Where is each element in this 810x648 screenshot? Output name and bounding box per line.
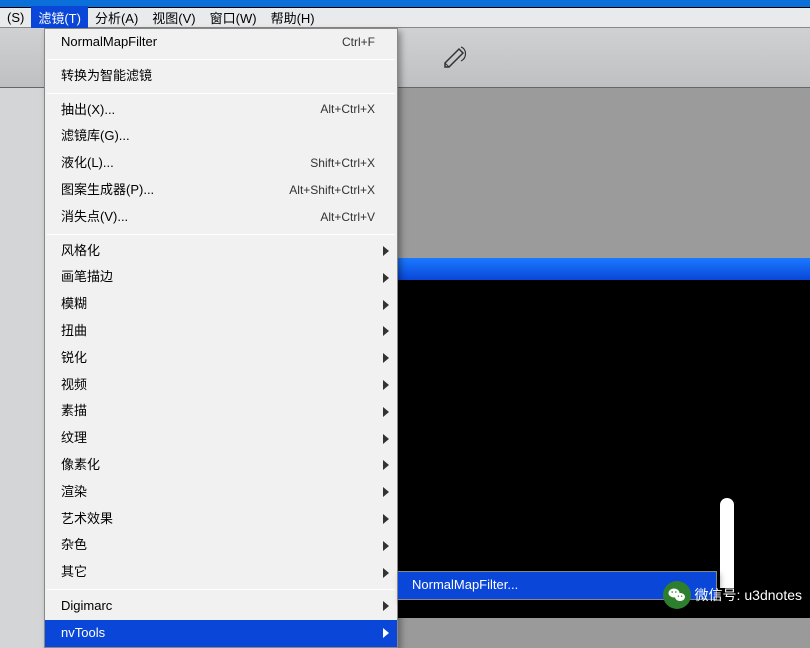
menu-item-stylize[interactable]: 风格化 (45, 238, 397, 265)
menubar: (S) 滤镜(T) 分析(A) 视图(V) 窗口(W) 帮助(H) (0, 8, 810, 28)
menu-separator (47, 93, 395, 94)
menu-item-label: 其它 (61, 562, 87, 583)
menu-window[interactable]: 窗口(W) (203, 6, 264, 29)
menu-item-liquify[interactable]: 液化(L)... Shift+Ctrl+X (45, 150, 397, 177)
menu-item-nvtools[interactable]: nvTools (45, 620, 397, 647)
menu-item-label: 图案生成器(P)... (61, 180, 154, 201)
menu-item-sharpen[interactable]: 锐化 (45, 345, 397, 372)
menu-item-render[interactable]: 渲染 (45, 479, 397, 506)
wechat-prefix: 微信号: (695, 585, 741, 605)
submenu-arrow-icon (383, 353, 389, 363)
menu-item-label: 转换为智能滤镜 (61, 66, 152, 87)
menu-item-artistic[interactable]: 艺术效果 (45, 506, 397, 533)
menu-item-extract[interactable]: 抽出(X)... Alt+Ctrl+X (45, 97, 397, 124)
menu-item-label: 画笔描边 (61, 267, 113, 288)
submenu-arrow-icon (383, 407, 389, 417)
menu-item-pixelate[interactable]: 像素化 (45, 452, 397, 479)
menu-item-label: 滤镜库(G)... (61, 126, 130, 147)
canvas-artifact (720, 498, 734, 588)
menu-item-label: 消失点(V)... (61, 207, 128, 228)
menu-item-sketch[interactable]: 素描 (45, 398, 397, 425)
menu-separator (47, 589, 395, 590)
pen-tool-button[interactable] (442, 46, 470, 71)
menu-item-label: Digimarc (61, 596, 112, 617)
menu-item-digimarc[interactable]: Digimarc (45, 593, 397, 620)
menu-separator (47, 59, 395, 60)
menu-item-shortcut: Alt+Ctrl+X (320, 100, 375, 119)
submenu-arrow-icon (383, 487, 389, 497)
submenu-arrow-icon (383, 514, 389, 524)
menu-item-label: 锐化 (61, 348, 87, 369)
submenu-arrow-icon (383, 460, 389, 470)
menu-filter[interactable]: 滤镜(T) (31, 6, 88, 29)
submenu-item-label: NormalMapFilter... (412, 577, 518, 592)
menu-item-convert-smart-filter[interactable]: 转换为智能滤镜 (45, 63, 397, 90)
menu-item-blur[interactable]: 模糊 (45, 291, 397, 318)
menu-item-label: 素描 (61, 401, 87, 422)
menu-item-shortcut: Shift+Ctrl+X (310, 154, 375, 173)
submenu-arrow-icon (383, 380, 389, 390)
menu-item-shortcut: Alt+Shift+Ctrl+X (289, 181, 375, 200)
menu-item-label: 扭曲 (61, 321, 87, 342)
menu-item-label: 液化(L)... (61, 153, 114, 174)
submenu-arrow-icon (383, 541, 389, 551)
menu-separator (47, 234, 395, 235)
menu-item-last-filter[interactable]: NormalMapFilter Ctrl+F (45, 29, 397, 56)
submenu-arrow-icon (383, 628, 389, 638)
menu-item-filter-gallery[interactable]: 滤镜库(G)... (45, 123, 397, 150)
menu-item-brush-strokes[interactable]: 画笔描边 (45, 264, 397, 291)
menu-item-pattern-maker[interactable]: 图案生成器(P)... Alt+Shift+Ctrl+X (45, 177, 397, 204)
menu-item-texture[interactable]: 纹理 (45, 425, 397, 452)
menu-item-noise[interactable]: 杂色 (45, 532, 397, 559)
menu-item-label: 像素化 (61, 455, 100, 476)
menu-item-label: 纹理 (61, 428, 87, 449)
wechat-icon (663, 581, 691, 609)
wechat-id: u3dnotes (744, 587, 802, 603)
menu-item-label: nvTools (61, 623, 105, 644)
wechat-watermark: 微信号: u3dnotes (663, 581, 803, 609)
menubar-prefix: (S) (0, 8, 31, 27)
submenu-arrow-icon (383, 246, 389, 256)
menu-item-label: 模糊 (61, 294, 87, 315)
menu-help[interactable]: 帮助(H) (264, 6, 322, 29)
menu-view[interactable]: 视图(V) (145, 6, 202, 29)
submenu-arrow-icon (383, 568, 389, 578)
menu-item-other[interactable]: 其它 (45, 559, 397, 586)
menu-item-shortcut: Alt+Ctrl+V (320, 208, 375, 227)
menu-item-label: 杂色 (61, 535, 87, 556)
menu-item-label: 视频 (61, 375, 87, 396)
submenu-arrow-icon (383, 326, 389, 336)
submenu-arrow-icon (383, 601, 389, 611)
pen-icon (442, 46, 470, 68)
submenu-arrow-icon (383, 273, 389, 283)
filter-menu-dropdown: NormalMapFilter Ctrl+F 转换为智能滤镜 抽出(X)... … (44, 28, 398, 648)
menu-item-distort[interactable]: 扭曲 (45, 318, 397, 345)
menu-item-label: 渲染 (61, 482, 87, 503)
menu-item-label: 艺术效果 (61, 509, 113, 530)
menu-item-label: 风格化 (61, 241, 100, 262)
submenu-arrow-icon (383, 300, 389, 310)
menu-item-label: NormalMapFilter (61, 32, 157, 53)
menu-item-video[interactable]: 视频 (45, 372, 397, 399)
menu-item-vanishing-point[interactable]: 消失点(V)... Alt+Ctrl+V (45, 204, 397, 231)
menu-item-shortcut: Ctrl+F (342, 33, 375, 52)
menu-analysis[interactable]: 分析(A) (88, 6, 145, 29)
submenu-arrow-icon (383, 434, 389, 444)
menu-item-label: 抽出(X)... (61, 100, 115, 121)
